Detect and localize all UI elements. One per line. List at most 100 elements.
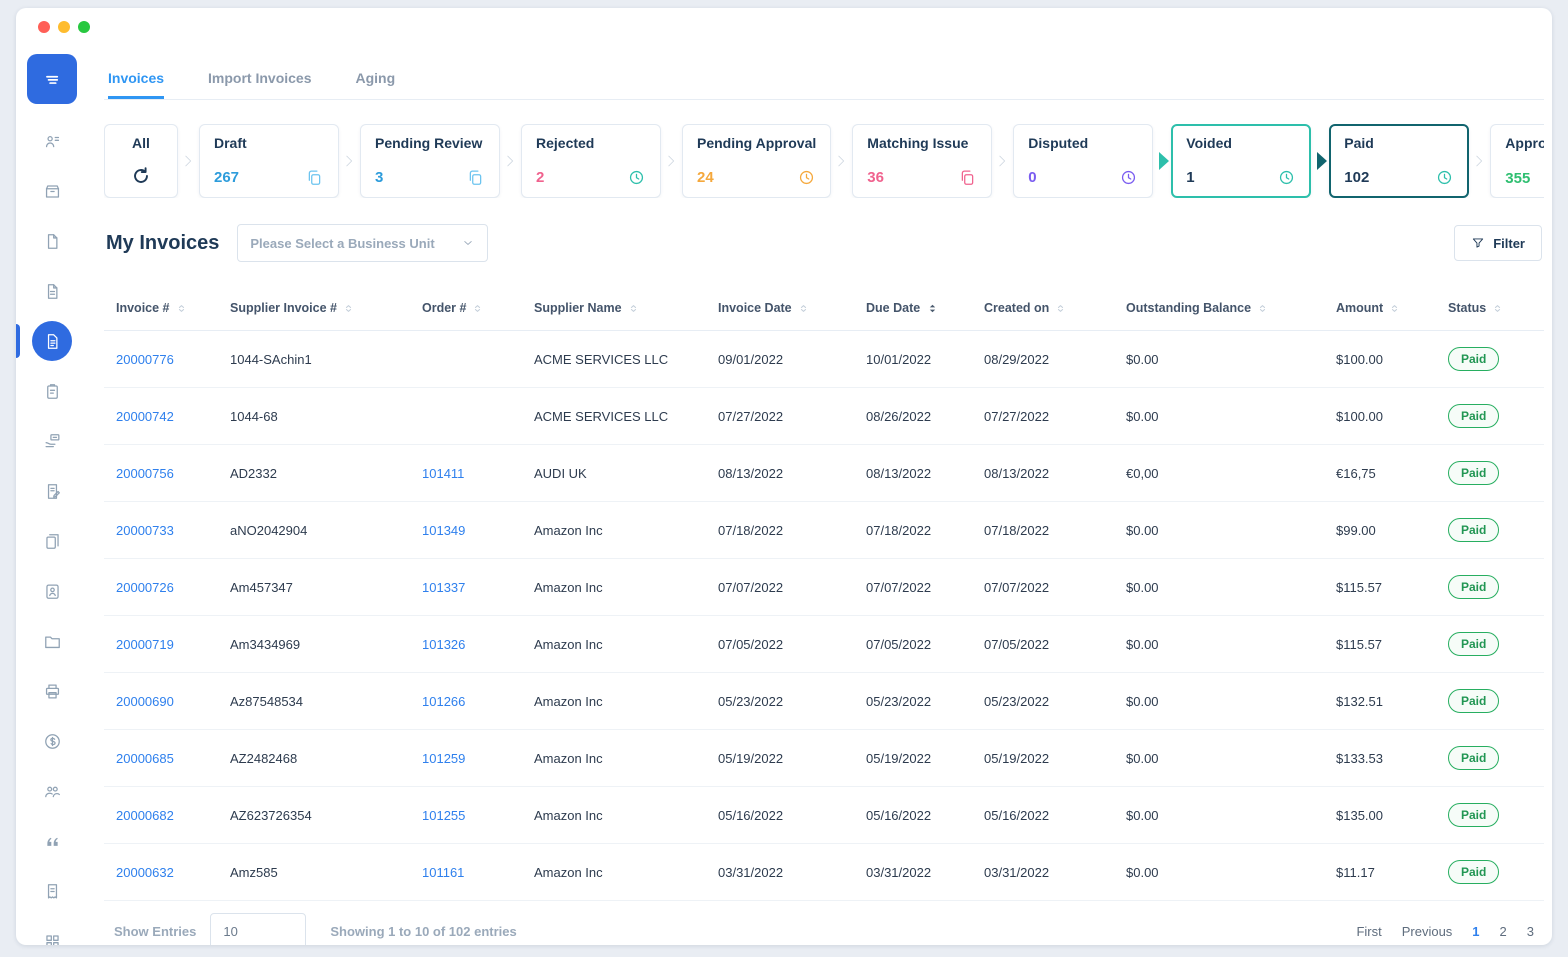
status-badge: Paid xyxy=(1448,746,1499,770)
table-row: 20000690Az87548534101266Amazon Inc05/23/… xyxy=(104,673,1544,730)
filter-button[interactable]: Filter xyxy=(1454,225,1542,261)
order-number-link[interactable]: 101349 xyxy=(422,523,465,538)
status-card-pending-approval[interactable]: Pending Approval24 xyxy=(682,124,831,198)
status-card-matching-issue[interactable]: Matching Issue36 xyxy=(852,124,992,198)
users-icon xyxy=(43,132,62,151)
tab-invoices[interactable]: Invoices xyxy=(108,70,164,99)
pagination-first[interactable]: First xyxy=(1356,924,1381,939)
status-card-rejected[interactable]: Rejected2 xyxy=(521,124,661,198)
status-badge: Paid xyxy=(1448,575,1499,599)
page-title: My Invoices xyxy=(106,232,219,255)
sidebar-item-contacts[interactable] xyxy=(16,116,88,166)
sidebar-item-records[interactable] xyxy=(16,516,88,566)
invoice-number-link[interactable]: 20000726 xyxy=(116,580,174,595)
sort-icon xyxy=(1257,303,1268,314)
cell-created-on: 07/27/2022 xyxy=(976,388,1118,445)
status-card-paid[interactable]: Paid102 xyxy=(1329,124,1469,198)
order-number-link[interactable]: 101337 xyxy=(422,580,465,595)
column-header-invoice-date[interactable]: Invoice Date xyxy=(710,284,858,331)
cell-created-on: 05/23/2022 xyxy=(976,673,1118,730)
status-card-approved[interactable]: Approved355 xyxy=(1490,124,1544,198)
order-number-link[interactable]: 101161 xyxy=(422,865,464,880)
document-icon xyxy=(43,232,62,251)
sidebar-item-inbox[interactable] xyxy=(16,166,88,216)
window-close-button[interactable] xyxy=(38,21,50,33)
card-arrow-icon xyxy=(1317,152,1327,170)
cell-outstanding-balance: $0.00 xyxy=(1118,331,1328,388)
invoice-number-link[interactable]: 20000733 xyxy=(116,523,174,538)
chevron-right-icon xyxy=(343,148,356,174)
business-unit-select[interactable]: Please Select a Business Unit xyxy=(237,224,487,262)
invoice-number-link[interactable]: 20000632 xyxy=(116,865,174,880)
order-number-link[interactable]: 101259 xyxy=(422,751,465,766)
window-zoom-button[interactable] xyxy=(78,21,90,33)
invoice-number-link[interactable]: 20000742 xyxy=(116,409,174,424)
sidebar-item-quotes[interactable] xyxy=(16,816,88,866)
cell-amount: $99.00 xyxy=(1328,502,1440,559)
order-number-link[interactable]: 101411 xyxy=(422,466,464,481)
sidebar-item-document-edit[interactable] xyxy=(16,466,88,516)
column-header-invoice[interactable]: Invoice # xyxy=(104,284,222,331)
status-card-pending-review[interactable]: Pending Review3 xyxy=(360,124,500,198)
tab-aging[interactable]: Aging xyxy=(356,70,396,99)
cell-amount: $115.57 xyxy=(1328,616,1440,673)
invoice-number-link[interactable]: 20000719 xyxy=(116,637,174,652)
order-number-link[interactable]: 101266 xyxy=(422,694,465,709)
column-label: Order # xyxy=(422,301,466,315)
sidebar-item-team[interactable] xyxy=(16,766,88,816)
status-card-draft[interactable]: Draft267 xyxy=(199,124,339,198)
sidebar-item-document-review[interactable] xyxy=(16,266,88,316)
clock-icon xyxy=(1119,168,1138,187)
sidebar-item-folders[interactable] xyxy=(16,616,88,666)
sort-icon xyxy=(1055,303,1066,314)
status-card-all[interactable]: All xyxy=(104,124,178,198)
column-header-created-on[interactable]: Created on xyxy=(976,284,1118,331)
invoice-number-link[interactable]: 20000776 xyxy=(116,352,174,367)
app-logo[interactable] xyxy=(27,54,77,104)
status-card-voided[interactable]: Voided1 xyxy=(1171,124,1311,198)
column-header-status[interactable]: Status xyxy=(1440,284,1544,331)
entries-count-input[interactable] xyxy=(210,913,306,945)
pagination-3[interactable]: 3 xyxy=(1527,924,1534,939)
cell-amount: $100.00 xyxy=(1328,388,1440,445)
sidebar-item-vendors[interactable] xyxy=(16,566,88,616)
sidebar-item-apps[interactable] xyxy=(16,916,88,945)
status-card-strip: All Draft267 Pending Review3 Rejected2 Pendi… xyxy=(104,124,1544,198)
tab-import-invoices[interactable]: Import Invoices xyxy=(208,70,311,99)
invoice-number-link[interactable]: 20000682 xyxy=(116,808,174,823)
column-header-amount[interactable]: Amount xyxy=(1328,284,1440,331)
order-number-link[interactable]: 101326 xyxy=(422,637,465,652)
table-footer: Show Entries Showing 1 to 10 of 102 entr… xyxy=(104,901,1544,945)
column-header-order[interactable]: Order # xyxy=(414,284,526,331)
sidebar-item-print[interactable] xyxy=(16,666,88,716)
sidebar-item-clipboard[interactable] xyxy=(16,366,88,416)
column-header-due-date[interactable]: Due Date xyxy=(858,284,976,331)
cell-created-on: 03/31/2022 xyxy=(976,844,1118,901)
sidebar-item-currency[interactable] xyxy=(16,716,88,766)
sidebar-item-documents[interactable] xyxy=(16,216,88,266)
invoice-number-link[interactable]: 20000756 xyxy=(116,466,174,481)
sidebar-item-invoices[interactable] xyxy=(16,316,88,366)
sidebar-item-receipts[interactable] xyxy=(16,866,88,916)
cell-supplier-invoice: Az87548534 xyxy=(222,673,414,730)
invoice-number-link[interactable]: 20000685 xyxy=(116,751,174,766)
cell-supplier-name: Amazon Inc xyxy=(526,616,710,673)
cell-due-date: 08/26/2022 xyxy=(858,388,976,445)
order-number-link[interactable]: 101255 xyxy=(422,808,465,823)
pagination-1[interactable]: 1 xyxy=(1472,924,1479,939)
sidebar-item-payments[interactable] xyxy=(16,416,88,466)
column-header-outstanding-balance[interactable]: Outstanding Balance xyxy=(1118,284,1328,331)
status-card-disputed[interactable]: Disputed0 xyxy=(1013,124,1153,198)
invoice-number-link[interactable]: 20000690 xyxy=(116,694,174,709)
window-minimize-button[interactable] xyxy=(58,21,70,33)
pagination-previous[interactable]: Previous xyxy=(1402,924,1453,939)
status-badge: Paid xyxy=(1448,689,1499,713)
cell-invoice-date: 08/13/2022 xyxy=(710,445,858,502)
column-header-supplier-name[interactable]: Supplier Name xyxy=(526,284,710,331)
pagination-2[interactable]: 2 xyxy=(1500,924,1507,939)
column-header-supplier-invoice[interactable]: Supplier Invoice # xyxy=(222,284,414,331)
card-arrow-icon xyxy=(1159,152,1169,170)
window-titlebar xyxy=(16,8,1552,46)
cell-supplier-invoice: AZ623726354 xyxy=(222,787,414,844)
status-card-label: All xyxy=(132,135,150,151)
